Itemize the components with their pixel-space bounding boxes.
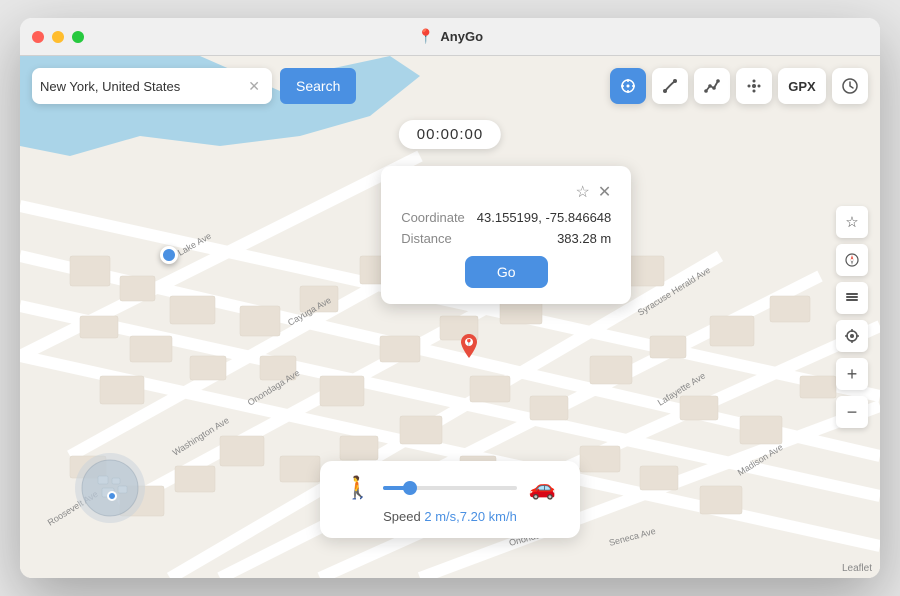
- speed-value: 2 m/s,7.20 km/h: [424, 509, 516, 524]
- route-tool-button[interactable]: [652, 68, 688, 104]
- toolbar-actions: GPX: [610, 68, 868, 104]
- minimize-button[interactable]: [52, 31, 64, 43]
- leaflet-attribution: Leaflet: [842, 563, 872, 574]
- close-popup-button[interactable]: ✕: [598, 182, 611, 202]
- coordinate-label: Coordinate: [401, 210, 465, 225]
- compass-button[interactable]: [836, 244, 868, 276]
- car-icon: 🚗: [529, 475, 556, 501]
- distance-label: Distance: [401, 231, 452, 246]
- speed-label: Speed: [383, 509, 421, 524]
- crosshair-tool-button[interactable]: [610, 68, 646, 104]
- walk-icon: 🚶: [344, 475, 371, 501]
- search-bar: ✕: [32, 68, 272, 104]
- clear-icon[interactable]: ✕: [248, 78, 260, 95]
- popup-header: ☆ ✕: [401, 182, 611, 202]
- app-title: 📍 AnyGo: [417, 28, 483, 45]
- current-location-dot: [160, 246, 178, 264]
- joystick-tool-button[interactable]: [736, 68, 772, 104]
- maximize-button[interactable]: [72, 31, 84, 43]
- favorite-icon[interactable]: ☆: [576, 182, 590, 202]
- speed-text: Speed 2 m/s,7.20 km/h: [344, 509, 556, 524]
- gpx-button[interactable]: GPX: [778, 68, 826, 104]
- coordinate-value: 43.155199, -75.846648: [477, 210, 611, 225]
- speed-slider-thumb[interactable]: [403, 481, 417, 495]
- coordinate-row: Coordinate 43.155199, -75.846648: [401, 210, 611, 225]
- distance-value: 383.28 m: [557, 231, 611, 246]
- search-input[interactable]: [40, 79, 248, 94]
- zoom-out-button[interactable]: −: [836, 396, 868, 428]
- location-button[interactable]: [836, 320, 868, 352]
- svg-text:📍: 📍: [465, 338, 474, 347]
- speed-slider-container[interactable]: [383, 486, 516, 490]
- close-button[interactable]: [32, 31, 44, 43]
- coordinate-popup: ☆ ✕ Coordinate 43.155199, -75.846648 Dis…: [381, 166, 631, 304]
- toolbar: ✕ Search: [32, 68, 868, 104]
- map-container[interactable]: Lake Ave Cayuga Ave Onondaga Ave Washing…: [20, 56, 880, 578]
- layers-button[interactable]: [836, 282, 868, 314]
- mini-compass: [75, 453, 145, 523]
- app-title-text: AnyGo: [440, 29, 483, 44]
- speed-icons-row: 🚶 🚗: [344, 475, 556, 501]
- app-window: 📍 AnyGo: [20, 18, 880, 578]
- map-pin[interactable]: 📍: [457, 334, 481, 370]
- app-icon: 📍: [417, 28, 434, 45]
- traffic-lights: [32, 31, 84, 43]
- speed-panel: 🚶 🚗 Speed 2 m/s,7.20 km/h: [320, 461, 580, 538]
- titlebar: 📍 AnyGo: [20, 18, 880, 56]
- timer-badge: 00:00:00: [399, 120, 501, 149]
- right-toolbar: ☆: [836, 206, 868, 428]
- go-button[interactable]: Go: [465, 256, 548, 288]
- star-button[interactable]: ☆: [836, 206, 868, 238]
- zoom-in-button[interactable]: +: [836, 358, 868, 390]
- speed-slider-track: [383, 486, 516, 490]
- history-button[interactable]: [832, 68, 868, 104]
- search-button[interactable]: Search: [280, 68, 356, 104]
- distance-row: Distance 383.28 m: [401, 231, 611, 246]
- multi-route-tool-button[interactable]: [694, 68, 730, 104]
